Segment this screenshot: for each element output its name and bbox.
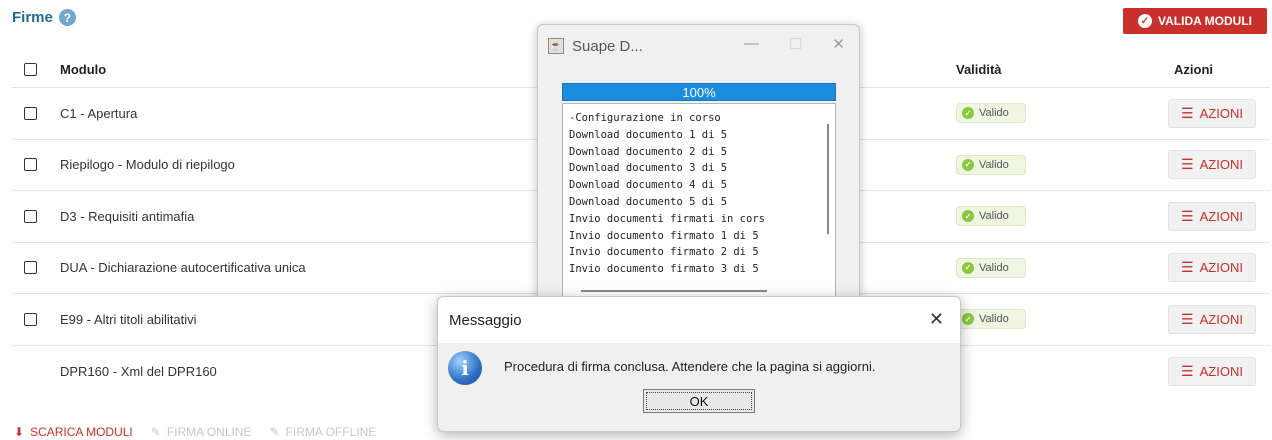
download-icon: ⬇	[14, 425, 25, 439]
check-circle-icon: ✓	[1138, 14, 1152, 28]
log-line: Invio documento firmato 2 di 5	[569, 246, 759, 259]
bottom-toolbar: ⬇ SCARICA MODULI ✎ FIRMA ONLINE ✎ FIRMA OFF…	[14, 425, 376, 439]
menu-icon: ☰	[1181, 259, 1194, 276]
info-icon: i	[448, 351, 482, 385]
minimize-icon[interactable]: —	[744, 35, 759, 53]
ok-button[interactable]: OK	[643, 389, 755, 413]
maximize-icon: ☐	[788, 36, 803, 53]
valida-moduli-button[interactable]: ✓ VALIDA MODULI	[1123, 8, 1267, 34]
azioni-button[interactable]: ☰ AZIONI	[1168, 150, 1256, 180]
log-line: -Configurazione in corso	[569, 112, 721, 124]
azioni-button[interactable]: ☰ AZIONI	[1168, 201, 1256, 231]
status-badge: ✓ Valido	[956, 154, 1026, 175]
page-title: Firme	[12, 9, 53, 26]
progress-bar: 100%	[562, 83, 836, 101]
menu-icon: ☰	[1181, 104, 1194, 121]
log-line: Invio documento firmato 1 di 5	[569, 229, 759, 242]
menu-icon: ☰	[1181, 310, 1194, 327]
vertical-scrollbar[interactable]	[827, 124, 829, 234]
message-titlebar[interactable]: Messaggio	[438, 297, 960, 343]
status-badge: ✓ Valido	[956, 309, 1026, 330]
row-checkbox[interactable]	[24, 209, 37, 223]
valida-moduli-label: VALIDA MODULI	[1158, 14, 1252, 28]
log-line: Download documento 1 di 5	[569, 128, 728, 141]
message-title: Messaggio	[449, 311, 522, 329]
suape-titlebar[interactable]: ☕ Suape D... — ☐ ✕	[538, 25, 859, 67]
row-checkbox[interactable]	[24, 158, 37, 172]
firma-offline-button[interactable]: ✎ FIRMA OFFLINE	[270, 425, 377, 439]
row-modulo: DUA - Dichiarazione autocertificativa un…	[60, 260, 306, 276]
azioni-button[interactable]: ☰ AZIONI	[1168, 98, 1256, 128]
row-checkbox[interactable]	[24, 261, 37, 275]
row-modulo: DPR160 - Xml del DPR160	[60, 363, 217, 379]
horizontal-scrollbar[interactable]	[581, 290, 767, 292]
log-line: Download documento 2 di 5	[569, 145, 728, 158]
row-modulo: Riepilogo - Modulo di riepilogo	[60, 157, 235, 173]
log-line: Invio documenti firmati in cors	[569, 212, 765, 225]
message-text: Procedura di firma conclusa. Attendere c…	[504, 359, 876, 374]
menu-icon: ☰	[1181, 207, 1194, 224]
check-icon: ✓	[962, 158, 974, 171]
status-badge: ✓ Valido	[956, 206, 1026, 227]
scarica-moduli-button[interactable]: ⬇ SCARICA MODULI	[14, 425, 133, 439]
row-checkbox[interactable]	[24, 106, 37, 120]
azioni-button[interactable]: ☰ AZIONI	[1168, 304, 1256, 334]
log-line: Invio documento firmato 3 di 5	[569, 263, 759, 276]
suape-window-title: Suape D...	[572, 37, 643, 55]
check-icon: ✓	[962, 210, 974, 223]
row-modulo: D3 - Requisiti antimafia	[60, 208, 195, 224]
azioni-button[interactable]: ☰ AZIONI	[1168, 253, 1256, 283]
progress-label: 100%	[682, 84, 716, 100]
row-modulo: C1 - Apertura	[60, 105, 138, 121]
status-badge: ✓ Valido	[956, 103, 1026, 124]
check-icon: ✓	[962, 261, 974, 274]
header-azioni: Azioni	[1174, 62, 1213, 77]
menu-icon: ☰	[1181, 156, 1194, 173]
sign-icon: ✎	[150, 425, 161, 439]
menu-icon: ☰	[1181, 362, 1194, 379]
status-badge: ✓ Valido	[956, 257, 1026, 278]
message-dialog: Messaggio ✕ i Procedura di firma conclus…	[437, 296, 961, 432]
close-icon[interactable]: ✕	[929, 309, 944, 330]
section-header: Firme ?	[12, 9, 76, 26]
check-icon: ✓	[962, 107, 974, 120]
check-icon: ✓	[962, 313, 974, 326]
select-all-checkbox[interactable]	[24, 63, 37, 76]
header-validita: Validità	[956, 62, 1002, 77]
help-icon[interactable]: ?	[58, 9, 76, 26]
row-modulo: E99 - Altri titoli abilitativi	[60, 311, 197, 327]
azioni-button[interactable]: ☰ AZIONI	[1168, 356, 1256, 386]
java-app-icon: ☕	[548, 38, 564, 54]
log-area[interactable]: -Configurazione in corso Download docume…	[562, 103, 836, 299]
close-icon[interactable]: ✕	[832, 35, 845, 53]
row-checkbox[interactable]	[24, 312, 37, 326]
suape-window: ☕ Suape D... — ☐ ✕ 100% -Configurazione …	[537, 24, 860, 304]
header-modulo: Modulo	[60, 62, 107, 77]
sign-icon: ✎	[269, 425, 280, 439]
log-line: Download documento 4 di 5	[569, 179, 728, 192]
log-line: Download documento 3 di 5	[569, 162, 728, 175]
log-line: Download documento 5 di 5	[569, 195, 728, 208]
firma-online-button[interactable]: ✎ FIRMA ONLINE	[151, 425, 252, 439]
